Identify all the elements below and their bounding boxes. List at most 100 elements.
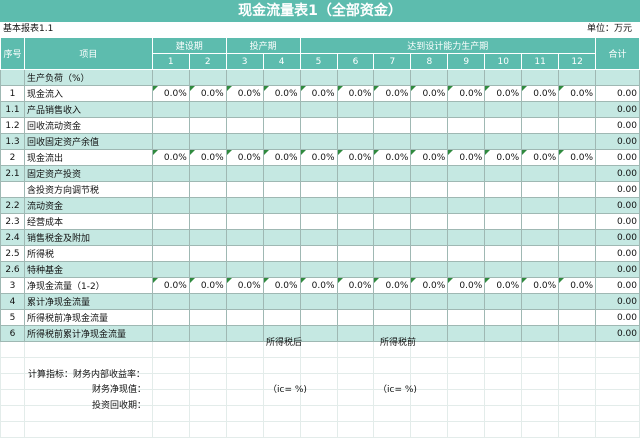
value-cell[interactable] [447,133,486,150]
value-cell[interactable] [299,261,338,278]
row-seq-cell[interactable] [0,69,25,86]
empty-cell[interactable] [188,357,227,374]
header-period[interactable]: 8 [410,53,449,70]
row-label-cell[interactable]: 回收流动资金 [23,117,153,134]
empty-cell[interactable] [262,405,301,422]
value-cell[interactable]: 0.0% [447,149,486,166]
value-cell[interactable] [188,197,227,214]
value-cell[interactable] [151,309,190,326]
value-cell[interactable] [484,293,523,310]
empty-cell[interactable] [558,389,597,406]
header-period[interactable]: 4 [262,53,301,70]
row-label-cell[interactable]: 累计净现金流量 [23,293,153,310]
value-cell[interactable] [336,133,375,150]
row-seq-cell[interactable]: 2 [0,149,25,166]
value-cell[interactable] [410,69,449,86]
value-cell[interactable] [521,101,560,118]
empty-cell[interactable] [447,405,486,422]
value-cell[interactable] [151,213,190,230]
value-cell[interactable] [484,325,523,342]
empty-cell[interactable] [410,405,449,422]
empty-cell[interactable] [188,405,227,422]
value-cell[interactable] [299,213,338,230]
empty-cell[interactable] [299,357,338,374]
value-cell[interactable] [262,261,301,278]
value-cell[interactable] [447,213,486,230]
value-cell[interactable]: 0.0% [558,85,597,102]
value-cell[interactable] [262,101,301,118]
value-cell[interactable] [188,133,227,150]
value-cell[interactable] [225,197,264,214]
value-cell[interactable] [373,245,412,262]
empty-cell[interactable] [151,357,190,374]
value-cell[interactable] [558,181,597,198]
empty-cell[interactable] [484,357,523,374]
value-cell[interactable] [484,181,523,198]
value-cell[interactable] [521,309,560,326]
row-label-cell[interactable]: 净现金流量（1-2） [23,277,153,294]
value-cell[interactable] [521,133,560,150]
value-cell[interactable] [336,181,375,198]
value-cell[interactable] [447,325,486,342]
value-cell[interactable]: 0.0% [188,85,227,102]
value-cell[interactable] [447,117,486,134]
value-cell[interactable] [484,165,523,182]
total-cell[interactable]: 0.00 [595,165,640,182]
value-cell[interactable] [373,101,412,118]
header-item[interactable]: 项目 [23,37,153,70]
value-cell[interactable] [225,181,264,198]
row-seq-cell[interactable]: 1 [0,85,25,102]
total-cell[interactable]: 0.00 [595,293,640,310]
row-label-cell[interactable]: 所得税 [23,245,153,262]
value-cell[interactable]: 0.0% [410,149,449,166]
empty-cell[interactable] [225,373,264,390]
value-cell[interactable] [336,197,375,214]
value-cell[interactable]: 0.0% [188,277,227,294]
value-cell[interactable] [410,325,449,342]
value-cell[interactable]: 0.0% [336,85,375,102]
empty-cell[interactable] [0,421,25,438]
value-cell[interactable] [299,197,338,214]
value-cell[interactable] [484,101,523,118]
value-cell[interactable] [225,293,264,310]
value-cell[interactable] [521,213,560,230]
empty-cell[interactable] [521,405,560,422]
value-cell[interactable] [299,325,338,342]
value-cell[interactable] [225,101,264,118]
row-label-cell[interactable]: 所得税前净现金流量 [23,309,153,326]
empty-cell[interactable] [225,421,264,438]
header-period[interactable]: 1 [151,53,190,70]
value-cell[interactable] [447,69,486,86]
empty-cell[interactable] [521,341,560,358]
empty-cell[interactable] [410,341,449,358]
header-construction[interactable]: 建设期 [151,37,227,54]
row-label-cell[interactable]: 含投资方向调节税 [23,181,153,198]
value-cell[interactable]: 0.0% [558,149,597,166]
value-cell[interactable] [336,261,375,278]
value-cell[interactable] [225,245,264,262]
empty-cell[interactable] [521,421,560,438]
row-label-cell[interactable]: 经营成本 [23,213,153,230]
empty-cell[interactable] [225,357,264,374]
empty-cell[interactable] [0,341,25,358]
value-cell[interactable]: 0.0% [262,149,301,166]
empty-cell[interactable] [225,341,264,358]
total-cell[interactable]: 0.00 [595,325,640,342]
value-cell[interactable] [558,261,597,278]
value-cell[interactable] [410,181,449,198]
empty-cell[interactable] [595,357,640,374]
sheet-title[interactable]: 现金流量表1（全部资金） [0,0,640,22]
total-cell[interactable]: 0.00 [595,229,640,246]
value-cell[interactable]: 0.0% [262,277,301,294]
value-cell[interactable]: 0.0% [336,277,375,294]
empty-cell[interactable] [595,421,640,438]
value-cell[interactable] [484,69,523,86]
total-cell[interactable]: 0.00 [595,261,640,278]
value-cell[interactable] [225,69,264,86]
total-cell[interactable]: 0.00 [595,149,640,166]
header-period[interactable]: 7 [373,53,412,70]
value-cell[interactable] [151,245,190,262]
value-cell[interactable]: 0.0% [262,85,301,102]
value-cell[interactable] [262,165,301,182]
row-seq-cell[interactable]: 6 [0,325,25,342]
